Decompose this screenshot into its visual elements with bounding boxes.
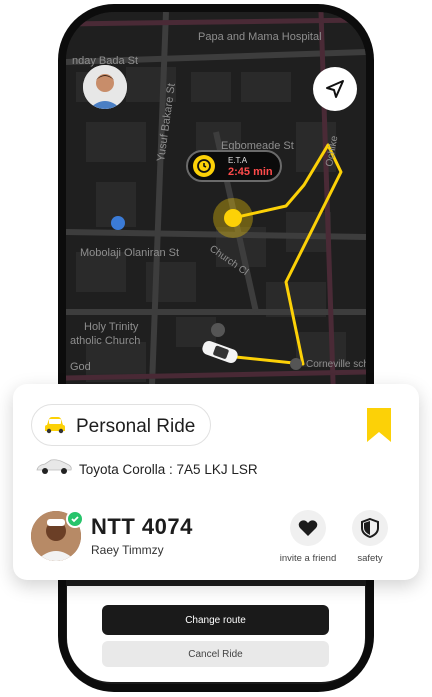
school-icon (290, 358, 302, 370)
eta-badge: E.T.A 2:45 min (186, 150, 282, 182)
eta-label: E.T.A (228, 156, 248, 165)
eta-value: 2:45 min (228, 166, 273, 178)
change-route-button[interactable]: Change route (102, 605, 329, 635)
safety-label: safety (357, 553, 383, 564)
ride-type-pill[interactable]: Personal Ride (31, 404, 211, 446)
verified-check-icon (66, 510, 84, 528)
navigation-button[interactable] (313, 67, 357, 111)
car-icon (45, 417, 65, 434)
invite-friend-label: invite a friend (279, 553, 337, 564)
label-hospital: Papa and Mama Hospital (198, 31, 322, 43)
label-holy-1: Holy Trinity (84, 321, 139, 333)
driver-name: Raey Timmzy (91, 543, 164, 557)
shield-icon (352, 510, 388, 546)
clock-icon (193, 155, 215, 177)
cancel-ride-button[interactable]: Cancel Ride (102, 641, 329, 667)
church-icon (211, 323, 225, 337)
car-image (35, 459, 73, 480)
bookmark-icon[interactable] (365, 408, 393, 447)
driver-plate: NTT 4074 (91, 514, 193, 539)
label-cornerville: Corneville scho (306, 359, 366, 370)
ride-type-label: Personal Ride (76, 416, 196, 437)
police-icon (111, 216, 125, 230)
label-god: God (70, 361, 91, 373)
ride-card: Personal Ride Toyota Corolla : 7A5 LKJ L… (13, 384, 419, 580)
user-avatar[interactable] (83, 65, 127, 109)
label-mobolaji: Mobolaji Olaniran St (80, 247, 179, 259)
safety-button[interactable]: safety (346, 510, 394, 564)
invite-friend-button[interactable]: invite a friend (276, 510, 340, 564)
car-details: Toyota Corolla : 7A5 LKJ LSR (79, 462, 258, 477)
heart-icon (290, 510, 326, 546)
navigation-arrow-icon (326, 80, 344, 98)
label-holy-2: atholic Church (70, 335, 140, 347)
phone-screen: Papa and Mama Hospital nday Bada St Yusu… (66, 12, 366, 684)
destination-marker (224, 209, 242, 227)
